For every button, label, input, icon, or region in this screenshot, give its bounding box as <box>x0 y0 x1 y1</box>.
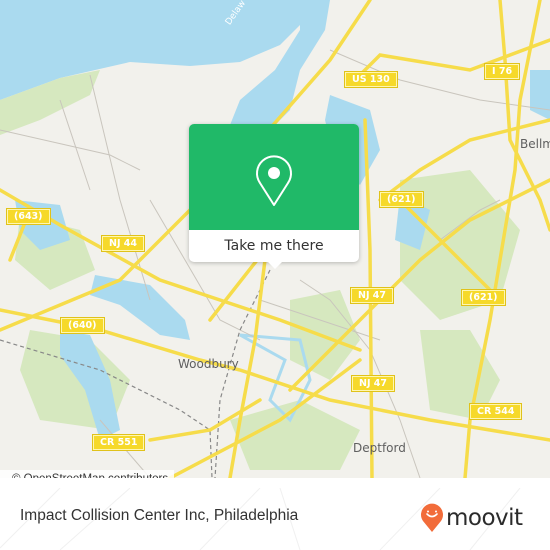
road-shield-nj44: NJ 44 <box>100 235 146 252</box>
place-title: Impact Collision Center Inc, Philadelphi… <box>20 507 299 524</box>
road-shield-cr551: CR 551 <box>91 434 146 451</box>
place-label-bellmawr: Bellm <box>520 137 550 151</box>
road-shield-621: (621) <box>379 191 424 208</box>
road-shield-643: (643) <box>6 208 51 225</box>
map-pin-icon <box>256 155 292 206</box>
road-shield-i76: I 76 <box>483 63 521 80</box>
map-attribution[interactable]: © OpenStreetMap contributors <box>0 470 175 478</box>
road-shield-nj47-south: NJ 47 <box>350 375 396 392</box>
attribution-text[interactable]: © OpenStreetMap contributors <box>12 473 168 478</box>
take-me-there-button[interactable]: Take me there <box>189 230 359 262</box>
road-shield-cr544: CR 544 <box>468 403 523 420</box>
creek <box>530 70 550 120</box>
moovit-wordmark: moovit <box>446 505 523 531</box>
road-shield-us130: US 130 <box>344 71 398 88</box>
moovit-face-pin-icon <box>421 503 443 532</box>
location-popup[interactable]: Take me there <box>189 124 359 269</box>
popup-header <box>189 124 359 230</box>
moovit-logo[interactable]: moovit <box>420 503 523 533</box>
road-shield-640: (640) <box>60 317 105 334</box>
popup-pointer <box>268 262 282 269</box>
place-label-deptford: Deptford <box>353 441 406 455</box>
map-view[interactable]: Delaw US 130 I 76 (621) (621) (643) NJ 4… <box>0 0 550 478</box>
footer-bar: Impact Collision Center Inc, Philadelphi… <box>0 488 550 550</box>
road-shield-621-east: (621) <box>461 289 506 306</box>
place-label-woodbury: Woodbury <box>178 357 239 371</box>
road-shield-nj47-north: NJ 47 <box>349 287 395 304</box>
